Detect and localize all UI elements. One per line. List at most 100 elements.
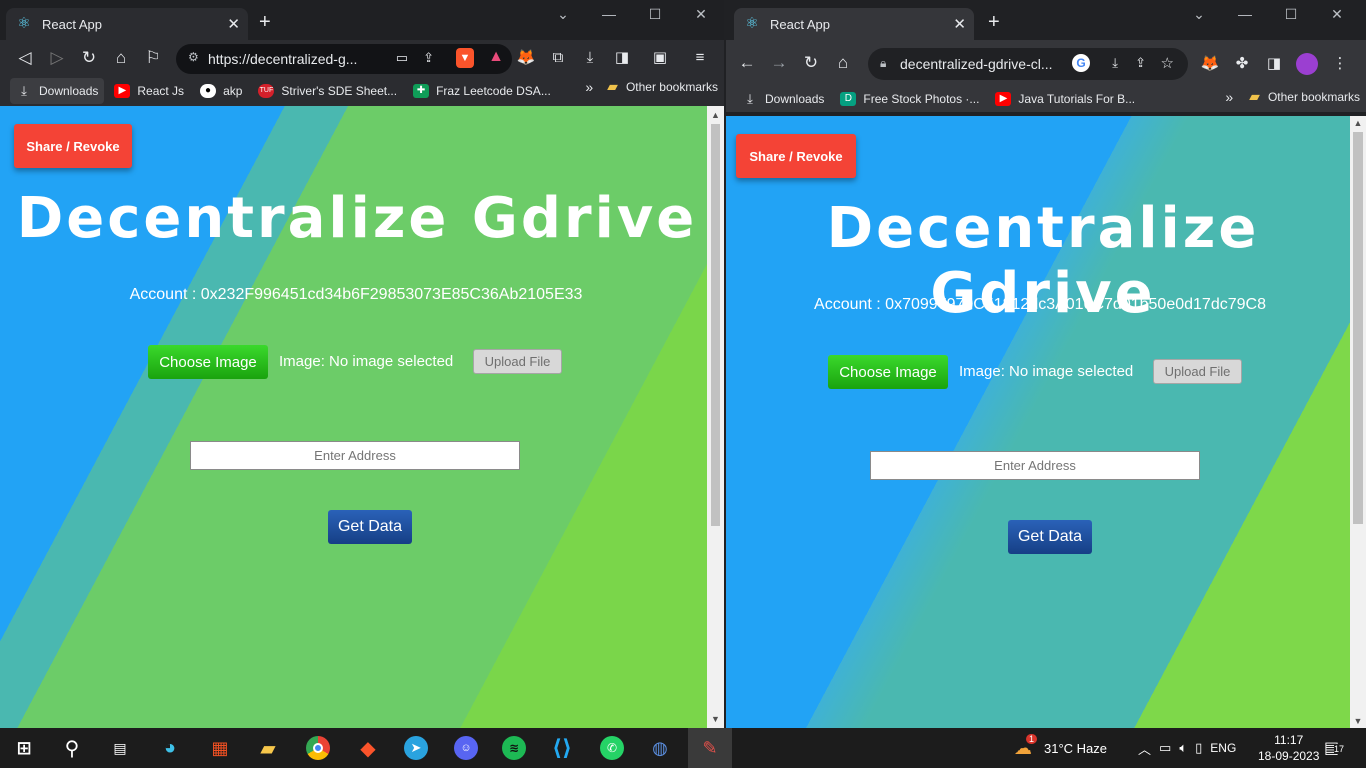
start-icon[interactable]: ⊞ bbox=[10, 734, 38, 762]
avatar[interactable] bbox=[1296, 53, 1318, 75]
share-icon[interactable]: ⇪ bbox=[423, 50, 434, 66]
back-icon[interactable]: ◁ bbox=[14, 47, 36, 69]
home-icon[interactable]: ⌂ bbox=[832, 52, 854, 74]
battery-icon[interactable]: ▯ bbox=[1195, 740, 1202, 756]
forward-icon[interactable]: ▷ bbox=[46, 47, 68, 69]
other-bookmarks[interactable]: Other bookmarks bbox=[626, 80, 718, 94]
share-revoke-button[interactable]: Share / Revoke bbox=[14, 124, 132, 168]
chrome-icon[interactable] bbox=[304, 734, 332, 762]
download-icon[interactable]: ⤓ bbox=[580, 48, 600, 68]
metamask-icon[interactable]: 🦊 bbox=[516, 48, 536, 68]
forward-icon[interactable]: → bbox=[768, 52, 790, 74]
new-tab-button[interactable]: + bbox=[259, 12, 271, 32]
volume-icon[interactable]: 🔈︎ bbox=[1179, 740, 1187, 756]
upload-file-button[interactable]: Upload File bbox=[1153, 359, 1242, 384]
maximize-icon[interactable]: ☐ bbox=[1268, 6, 1314, 23]
tab-search-icon[interactable]: ⌄ bbox=[1176, 6, 1222, 23]
choose-image-button[interactable]: Choose Image bbox=[828, 355, 948, 389]
upload-file-button[interactable]: Upload File bbox=[473, 349, 562, 374]
scrollbar[interactable]: ▲ ▼ bbox=[1350, 116, 1366, 728]
edge-icon[interactable]: ◕ bbox=[156, 734, 184, 762]
reload-icon[interactable]: ↻ bbox=[800, 52, 822, 74]
show-hidden-icons-icon[interactable]: ︿ bbox=[1138, 739, 1151, 758]
metamask-icon[interactable]: 🦊 bbox=[1200, 54, 1220, 74]
close-tab-icon[interactable]: ✕ bbox=[953, 15, 966, 33]
spotify-icon[interactable]: ≋ bbox=[500, 734, 528, 762]
scroll-up-icon[interactable]: ▲ bbox=[707, 110, 724, 120]
reload-icon[interactable]: ↻ bbox=[78, 47, 100, 69]
bookmark-react-js[interactable]: ▶ React Js bbox=[108, 78, 190, 104]
scroll-down-icon[interactable]: ▼ bbox=[707, 714, 724, 724]
clock[interactable]: 11:17 18-09-2023 bbox=[1258, 728, 1319, 768]
enter-address-input[interactable] bbox=[870, 451, 1200, 480]
scrollbar-thumb[interactable] bbox=[711, 124, 720, 526]
network-icon[interactable]: ▭ bbox=[1159, 740, 1171, 756]
back-icon[interactable]: ← bbox=[736, 52, 758, 74]
cast-icon[interactable]: ▭ bbox=[396, 50, 408, 66]
extensions-icon[interactable]: ⧉ bbox=[548, 48, 568, 68]
brave-icon[interactable]: ◆ bbox=[354, 734, 382, 762]
tab-react-app[interactable]: ⚛ React App ✕ bbox=[734, 8, 974, 40]
share-revoke-button[interactable]: Share / Revoke bbox=[736, 134, 856, 178]
bookmark-downloads[interactable]: ⤓ Downloads bbox=[736, 86, 830, 112]
site-settings-icon[interactable]: ⚙ bbox=[188, 50, 199, 64]
other-bookmarks[interactable]: Other bookmarks bbox=[1268, 90, 1360, 104]
sidebar-icon[interactable]: ◨ bbox=[612, 48, 632, 68]
scroll-down-icon[interactable]: ▼ bbox=[1350, 716, 1366, 726]
scrollbar-thumb[interactable] bbox=[1353, 132, 1363, 524]
scrollbar[interactable]: ▲ ▼ bbox=[707, 106, 724, 728]
discord-icon[interactable]: ☺ bbox=[452, 734, 480, 762]
bookmark-akp[interactable]: ● akp bbox=[194, 78, 248, 104]
get-data-button[interactable]: Get Data bbox=[1008, 520, 1092, 554]
install-icon[interactable]: ⤓ bbox=[1112, 55, 1118, 71]
minimize-icon[interactable]: — bbox=[586, 6, 632, 23]
google-icon[interactable]: G bbox=[1072, 54, 1090, 72]
sidebar-icon[interactable]: ◨ bbox=[1264, 54, 1284, 74]
more-bookmarks-chevron[interactable]: » bbox=[1225, 89, 1233, 105]
notification-center[interactable]: ▤ 17 bbox=[1324, 728, 1345, 768]
toolbar: ← → ↻ ⌂ 🔒︎ decentralized-gdrive-cl... G … bbox=[726, 40, 1366, 88]
close-window-icon[interactable]: ✕ bbox=[1314, 6, 1360, 23]
menu-icon[interactable]: ≡ bbox=[690, 48, 710, 68]
maximize-icon[interactable]: ☐ bbox=[632, 6, 678, 23]
minimize-icon[interactable]: — bbox=[1222, 6, 1268, 23]
tab-search-icon[interactable]: ⌄ bbox=[540, 6, 586, 23]
bookmark-free-stock-photos[interactable]: D Free Stock Photos ·... bbox=[834, 86, 985, 112]
search-icon[interactable]: ⚲ bbox=[58, 734, 86, 762]
more-bookmarks-chevron[interactable]: » bbox=[585, 79, 593, 95]
store-icon[interactable]: ▦ bbox=[206, 734, 234, 762]
bookmark-downloads[interactable]: ⤓ Downloads bbox=[10, 78, 105, 104]
bookmark-star-icon[interactable]: ☆ bbox=[1161, 54, 1174, 72]
language-indicator[interactable]: ENG bbox=[1210, 741, 1236, 755]
tab-react-app[interactable]: ⚛ React App ✕ bbox=[6, 8, 248, 40]
scroll-up-icon[interactable]: ▲ bbox=[1350, 118, 1366, 128]
choose-image-button[interactable]: Choose Image bbox=[148, 345, 268, 379]
address-bar[interactable]: ⚙ https://decentralized-g... ▭ ⇪ ▼ ▲ bbox=[176, 44, 512, 74]
vscode-icon[interactable]: ⟨⟩ bbox=[548, 734, 576, 762]
app-icon[interactable]: ✎ bbox=[688, 728, 732, 768]
telegram-icon[interactable]: ➤ bbox=[402, 734, 430, 762]
new-tab-button[interactable]: + bbox=[988, 12, 1000, 32]
task-view-icon[interactable]: ▤ bbox=[106, 734, 134, 762]
weather-widget[interactable]: ☁ 1 31°C Haze bbox=[1014, 728, 1107, 768]
share-icon[interactable]: ⇪ bbox=[1135, 55, 1146, 71]
bookmark-java-tutorials[interactable]: ▶ Java Tutorials For B... bbox=[989, 86, 1141, 112]
close-tab-icon[interactable]: ✕ bbox=[227, 15, 240, 33]
webex-icon[interactable]: ◍ bbox=[646, 734, 674, 762]
wallet-icon[interactable]: ▣ bbox=[650, 48, 670, 68]
bookmark-fraz-leetcode[interactable]: ✚ Fraz Leetcode DSA... bbox=[407, 78, 557, 104]
address-bar[interactable]: 🔒︎ decentralized-gdrive-cl... G ⤓ ⇪ ☆ bbox=[868, 48, 1188, 80]
brave-shields-icon[interactable]: ▼ bbox=[456, 48, 474, 68]
whatsapp-icon[interactable]: ✆ bbox=[598, 734, 626, 762]
file-explorer-icon[interactable]: ▰ bbox=[254, 734, 282, 762]
bookmark-strivers-sheet[interactable]: TUF Striver's SDE Sheet... bbox=[252, 78, 403, 104]
lock-icon[interactable]: 🔒︎ bbox=[880, 56, 886, 71]
brave-rewards-icon[interactable]: ▲ bbox=[488, 48, 504, 66]
menu-icon[interactable]: ⋮ bbox=[1330, 54, 1350, 74]
close-window-icon[interactable]: ✕ bbox=[678, 6, 724, 23]
home-icon[interactable]: ⌂ bbox=[110, 47, 132, 69]
bookmark-icon[interactable]: ⚐ bbox=[142, 47, 164, 69]
get-data-button[interactable]: Get Data bbox=[328, 510, 412, 544]
enter-address-input[interactable] bbox=[190, 441, 520, 470]
extensions-icon[interactable]: ✤ bbox=[1232, 54, 1252, 74]
